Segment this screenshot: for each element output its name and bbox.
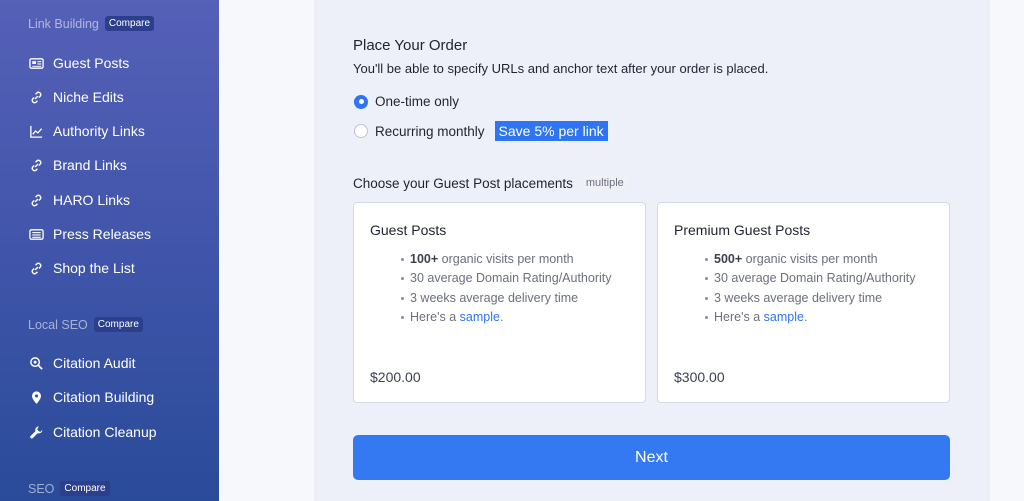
link-icon	[28, 89, 44, 105]
placement-card-guest-posts[interactable]: Guest Posts 100+ organic visits per mont…	[353, 202, 646, 403]
sidebar-item-label: Brand Links	[53, 157, 127, 173]
feature-item: 100+ organic visits per month	[401, 250, 612, 269]
sidebar-item-citation-cleanup[interactable]: Citation Cleanup	[28, 424, 157, 440]
feature-item: 30 average Domain Rating/Authority	[705, 269, 916, 288]
section-header-local-seo: Local SEO Compare	[28, 317, 143, 332]
feature-list: 100+ organic visits per month 30 average…	[401, 250, 612, 327]
feature-item: Here's a sample.	[705, 308, 916, 327]
section-title: Link Building	[28, 16, 99, 31]
order-subtitle: You'll be able to specify URLs and ancho…	[353, 61, 769, 76]
feature-list: 500+ organic visits per month 30 average…	[705, 250, 916, 327]
sidebar: Link Building Compare Guest Posts Niche …	[0, 0, 219, 501]
newspaper-icon	[28, 226, 44, 242]
card-price: $300.00	[674, 369, 725, 385]
feature-item: Here's a sample.	[401, 308, 612, 327]
option-label: One-time only	[375, 94, 460, 109]
link-icon	[28, 260, 44, 276]
sidebar-item-label: Guest Posts	[53, 55, 130, 71]
chart-line-icon	[28, 123, 44, 139]
sidebar-item-haro-links[interactable]: HARO Links	[28, 192, 130, 208]
newspaper-icon	[28, 55, 44, 71]
sidebar-item-label: HARO Links	[53, 192, 131, 208]
section-header-seo: SEO Compare	[28, 481, 110, 496]
sidebar-item-label: Niche Edits	[53, 89, 124, 105]
compare-badge[interactable]: Compare	[104, 16, 155, 31]
placement-card-premium-guest-posts[interactable]: Premium Guest Posts 500+ organic visits …	[657, 202, 950, 403]
sidebar-item-brand-links[interactable]: Brand Links	[28, 157, 127, 173]
section-header-link-building: Link Building Compare	[28, 16, 155, 31]
sidebar-item-niche-edits[interactable]: Niche Edits	[28, 89, 124, 105]
sidebar-item-label: Shop the List	[53, 260, 135, 276]
wrench-icon	[28, 424, 44, 440]
link-icon	[28, 157, 44, 173]
feature-item: 3 weeks average delivery time	[401, 289, 612, 308]
link-icon	[28, 192, 44, 208]
sidebar-item-citation-building[interactable]: Citation Building	[28, 389, 154, 405]
placements-header: Choose your Guest Post placements multip…	[353, 175, 628, 191]
compare-badge[interactable]: Compare	[60, 481, 110, 496]
card-title: Premium Guest Posts	[674, 222, 811, 238]
next-button[interactable]: Next	[353, 435, 950, 480]
sidebar-item-guest-posts[interactable]: Guest Posts	[28, 55, 129, 71]
order-title: Place Your Order	[353, 37, 468, 54]
feature-item: 500+ organic visits per month	[705, 250, 916, 269]
sidebar-item-label: Citation Cleanup	[53, 424, 157, 440]
sidebar-item-label: Authority Links	[53, 123, 145, 139]
sidebar-item-citation-audit[interactable]: Citation Audit	[28, 355, 136, 371]
sidebar-item-authority-links[interactable]: Authority Links	[28, 123, 145, 139]
sidebar-item-label: Citation Audit	[53, 355, 136, 371]
one-time-option[interactable]: One-time only	[354, 94, 459, 109]
card-price: $200.00	[370, 369, 421, 385]
search-icon	[28, 355, 44, 371]
map-pin-icon	[28, 389, 44, 405]
radio-recurring[interactable]	[354, 124, 368, 138]
sidebar-item-shop-the-list[interactable]: Shop the List	[28, 260, 135, 276]
feature-item: 30 average Domain Rating/Authority	[401, 269, 612, 288]
recurring-option[interactable]: Recurring monthly Save 5% per link	[354, 121, 608, 141]
sample-link[interactable]: sample	[460, 310, 500, 324]
page-gutter-right	[990, 0, 1024, 501]
sidebar-item-label: Press Releases	[53, 226, 152, 242]
section-title: SEO	[28, 481, 55, 496]
sidebar-item-press-releases[interactable]: Press Releases	[28, 226, 151, 242]
multiple-badge: multiple	[581, 175, 628, 191]
sample-link[interactable]: sample	[764, 310, 804, 324]
order-panel: Place Your Order You'll be able to speci…	[314, 0, 990, 501]
radio-one-time[interactable]	[354, 94, 368, 109]
feature-item: 3 weeks average delivery time	[705, 289, 916, 308]
compare-badge[interactable]: Compare	[93, 317, 143, 332]
option-label: Recurring monthly	[375, 123, 485, 139]
card-title: Guest Posts	[370, 222, 447, 238]
sidebar-item-label: Citation Building	[53, 389, 155, 405]
placements-title: Choose your Guest Post placements	[353, 175, 573, 191]
section-title: Local SEO	[28, 317, 88, 332]
save-badge: Save 5% per link	[494, 121, 608, 141]
page-gutter	[219, 0, 314, 501]
